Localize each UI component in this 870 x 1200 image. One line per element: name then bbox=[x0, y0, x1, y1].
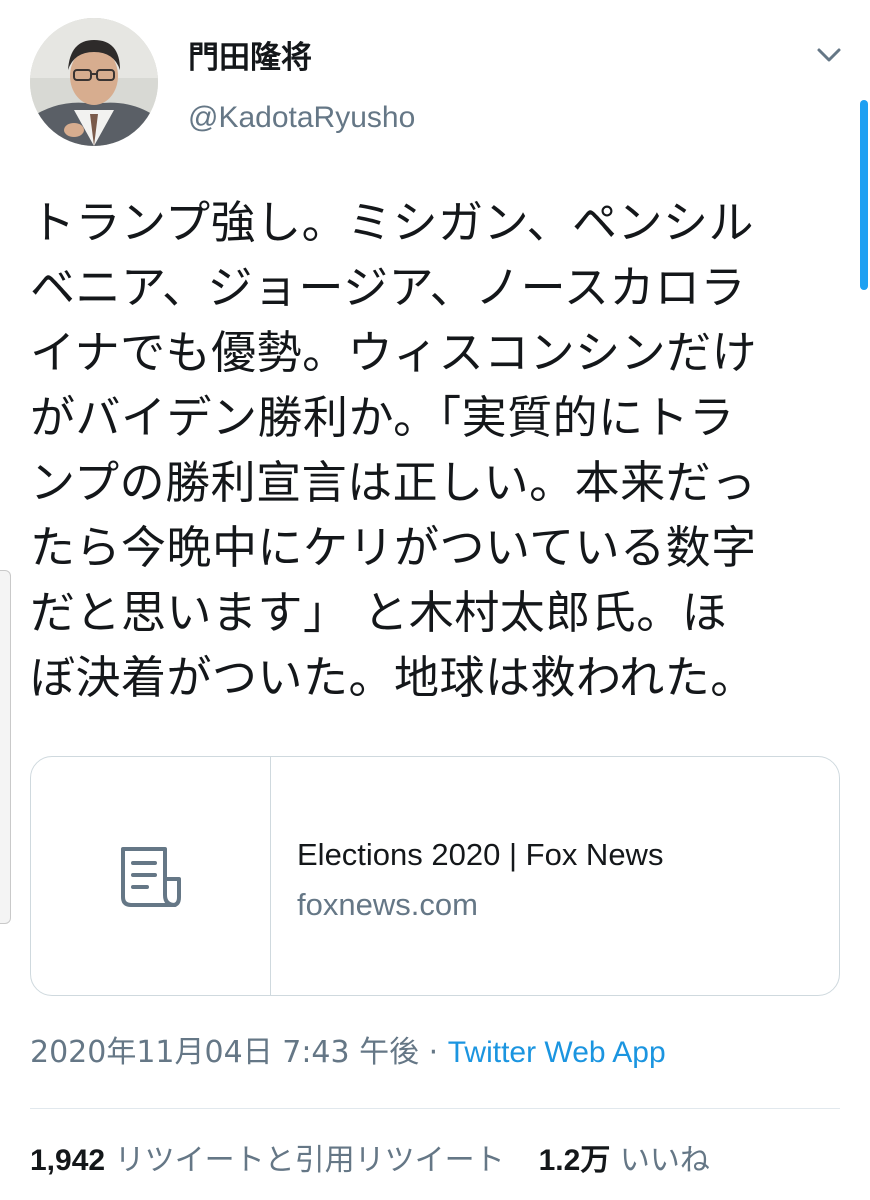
avatar-image bbox=[30, 18, 158, 146]
source-link[interactable]: Twitter Web App bbox=[448, 1036, 666, 1069]
link-card[interactable]: Elections 2020 | Fox News foxnews.com bbox=[30, 756, 840, 996]
display-name[interactable]: 門田隆将 bbox=[188, 38, 312, 78]
meta-separator: · bbox=[419, 1035, 448, 1070]
user-handle[interactable]: @KadotaRyusho bbox=[188, 98, 415, 138]
likes-label: いいね bbox=[619, 1143, 710, 1178]
likes-count: 1.2万 bbox=[538, 1144, 611, 1177]
scrollbar-thumb[interactable] bbox=[860, 100, 868, 290]
card-domain: foxnews.com bbox=[297, 887, 478, 922]
retweets-count: 1,942 bbox=[30, 1144, 106, 1177]
tweet-meta: 2020年11月04日 7:43 午後 · Twitter Web App bbox=[30, 1032, 666, 1074]
side-scroll-handle[interactable] bbox=[0, 570, 11, 924]
tweet-header: 門田隆将 @KadotaRyusho bbox=[0, 0, 870, 160]
card-title[interactable]: Elections 2020 | Fox News bbox=[297, 835, 663, 875]
divider bbox=[30, 1108, 840, 1109]
tweet-text: トランプ強し。ミシガン、ペンシル ベニア、ジョージア、ノースカロラ イナでも優勢… bbox=[30, 196, 758, 704]
retweets-stat[interactable]: 1,942 リツイートと引用リツイート bbox=[30, 1143, 505, 1178]
timestamp[interactable]: 2020年11月04日 7:43 午後 bbox=[30, 1035, 419, 1070]
document-icon bbox=[117, 845, 187, 911]
retweets-label: リツイートと引用リツイート bbox=[114, 1143, 505, 1178]
tweet-stats: 1,942 リツイートと引用リツイート 1.2万 いいね bbox=[30, 1140, 710, 1182]
likes-stat[interactable]: 1.2万 いいね bbox=[539, 1143, 710, 1178]
card-thumbnail bbox=[31, 757, 271, 995]
chevron-down-icon[interactable] bbox=[814, 42, 844, 68]
avatar[interactable] bbox=[30, 18, 158, 146]
